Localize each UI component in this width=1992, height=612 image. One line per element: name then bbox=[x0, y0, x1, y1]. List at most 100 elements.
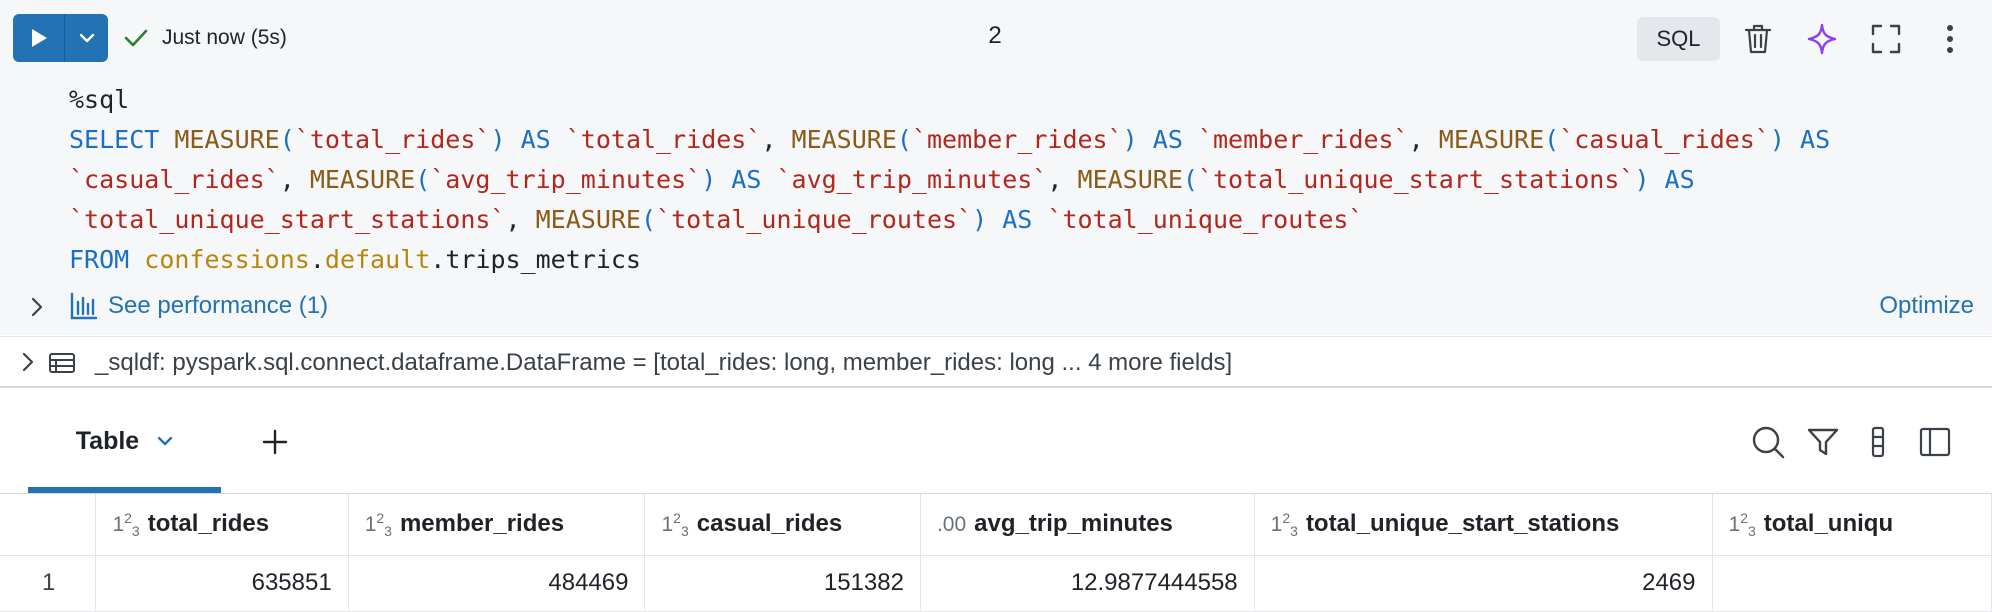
search-button[interactable] bbox=[1748, 422, 1788, 462]
expand-schema-toggle[interactable] bbox=[18, 351, 38, 378]
column-name: avg_trip_minutes bbox=[974, 510, 1173, 538]
code-line: %sql bbox=[69, 80, 1830, 120]
column-header-avg-trip-minutes[interactable]: .00 avg_trip_minutes bbox=[920, 494, 1255, 556]
integer-type-icon: 123 bbox=[661, 509, 689, 539]
filter-icon bbox=[1807, 428, 1839, 456]
expand-icon bbox=[1871, 24, 1901, 54]
search-icon bbox=[1752, 426, 1785, 459]
code-line: FROM confessions.default.trips_metrics bbox=[69, 240, 1830, 280]
code-token: `total_rides` bbox=[294, 125, 491, 154]
code-token: ( bbox=[1182, 165, 1198, 194]
tab-table[interactable]: Table bbox=[28, 390, 221, 492]
code-token: ( bbox=[279, 125, 295, 154]
column-settings-button[interactable] bbox=[1858, 422, 1898, 462]
see-performance-link[interactable]: See performance (1) bbox=[70, 292, 328, 320]
column-name: total_uniqu bbox=[1763, 509, 1894, 537]
filter-button[interactable] bbox=[1803, 422, 1843, 462]
code-token: , bbox=[505, 205, 536, 234]
run-options-dropdown[interactable] bbox=[65, 14, 108, 62]
column-name: casual_rides bbox=[696, 509, 843, 537]
side-panel-icon bbox=[1919, 427, 1951, 457]
code-token: `member_rides` bbox=[911, 125, 1123, 154]
code-token: `total_unique_start_stations` bbox=[1197, 165, 1635, 194]
code-token: `total_unique_start_stations` bbox=[69, 205, 506, 234]
run-cell-button[interactable] bbox=[13, 14, 65, 62]
language-selector[interactable]: SQL bbox=[1637, 17, 1720, 61]
column-header-total-rides[interactable]: 123 total_rides bbox=[95, 494, 349, 556]
integer-type-icon: 123 bbox=[112, 509, 140, 539]
column-header-total-uniqu[interactable]: 123 total_uniqu bbox=[1712, 494, 1992, 556]
column-header-total-unique-start-stations[interactable]: 123 total_unique_start_stations bbox=[1254, 494, 1713, 556]
cell-toolbar: Just now (5s) 2 SQL bbox=[0, 0, 1992, 76]
code-line: `casual_rides`, MEASURE(`avg_trip_minute… bbox=[69, 160, 1830, 200]
results-table: 123 total_rides 123 member_rides 123 casual_r… bbox=[0, 494, 1992, 612]
code-token: %sql bbox=[69, 85, 130, 114]
table-cell[interactable]: 151382 bbox=[644, 555, 921, 612]
code-token: ( bbox=[1544, 125, 1560, 154]
code-token: ) bbox=[1634, 165, 1650, 194]
sparkle-icon bbox=[1807, 23, 1837, 55]
code-token: AS bbox=[716, 165, 777, 194]
chevron-down-icon bbox=[158, 436, 173, 446]
assistant-button[interactable] bbox=[1802, 19, 1842, 59]
chevron-down-icon bbox=[79, 33, 94, 43]
column-name: total_rides bbox=[147, 509, 270, 537]
table-cell[interactable] bbox=[1712, 555, 1992, 612]
table-body: 1 635851 484469 151382 12.9877444558 2469 bbox=[0, 555, 1992, 612]
code-token: confessions bbox=[144, 245, 310, 274]
table-cell[interactable]: 635851 bbox=[95, 555, 349, 612]
code-token: AS bbox=[505, 125, 566, 154]
optimize-link[interactable]: Optimize bbox=[1879, 292, 1974, 320]
expand-performance-toggle[interactable] bbox=[26, 296, 48, 318]
row-number: 1 bbox=[0, 555, 97, 612]
table-cell[interactable]: 484469 bbox=[348, 555, 646, 612]
trash-icon bbox=[1744, 24, 1772, 54]
code-token: AS bbox=[1137, 125, 1198, 154]
code-token: ) bbox=[701, 165, 717, 194]
kebab-menu-icon bbox=[1947, 25, 1953, 53]
add-visualization-button[interactable] bbox=[255, 422, 295, 462]
integer-type-icon: 123 bbox=[1728, 509, 1756, 539]
code-token: `avg_trip_minutes` bbox=[430, 165, 702, 194]
plus-icon bbox=[262, 429, 288, 455]
table-icon bbox=[48, 351, 76, 380]
code-token: `total_rides` bbox=[565, 125, 762, 154]
code-token: AS bbox=[1649, 165, 1695, 194]
column-name: total_unique_start_stations bbox=[1305, 509, 1620, 537]
dataframe-summary-row: _sqldf: pyspark.sql.connect.dataframe.Da… bbox=[0, 336, 1992, 388]
chevron-right-icon bbox=[31, 297, 43, 317]
code-token: `total_unique_routes` bbox=[1047, 205, 1364, 234]
bar-chart-icon bbox=[70, 292, 98, 320]
run-status: Just now (5s) bbox=[124, 21, 287, 55]
code-token: FROM bbox=[69, 245, 145, 274]
code-token: ( bbox=[896, 125, 912, 154]
play-icon bbox=[31, 29, 47, 47]
columns-icon bbox=[1871, 426, 1885, 458]
table-cell[interactable]: 2469 bbox=[1254, 555, 1713, 612]
code-token: `avg_trip_minutes` bbox=[776, 165, 1048, 194]
table-header-row: 123 total_rides 123 member_rides 123 casual_r… bbox=[0, 494, 1992, 556]
toggle-side-panel-button[interactable] bbox=[1915, 422, 1955, 462]
code-token: AS bbox=[1784, 125, 1831, 154]
column-header-member-rides[interactable]: 123 member_rides bbox=[348, 494, 646, 556]
code-token: `casual_rides` bbox=[1559, 125, 1770, 154]
cell-number: 2 bbox=[988, 22, 1002, 49]
notebook-cell: Just now (5s) 2 SQL %sql SELECT MEASURE(`… bbox=[0, 0, 1992, 335]
table-cell[interactable]: 12.9877444558 bbox=[920, 555, 1255, 612]
code-token: MEASURE bbox=[174, 125, 280, 154]
table-row: 1 635851 484469 151382 12.9877444558 2469 bbox=[0, 555, 1992, 612]
delete-cell-button[interactable] bbox=[1738, 19, 1778, 59]
column-header-casual-rides[interactable]: 123 casual_rides bbox=[644, 494, 921, 556]
tab-table-label: Table bbox=[75, 426, 140, 455]
chevron-right-icon bbox=[22, 352, 34, 372]
code-token: ) bbox=[1122, 125, 1138, 154]
more-options-button[interactable] bbox=[1930, 19, 1970, 59]
code-token: , bbox=[761, 125, 792, 154]
code-token: `total_unique_routes` bbox=[656, 205, 973, 234]
row-number-header bbox=[0, 494, 97, 556]
code-line: `total_unique_start_stations`, MEASURE(`… bbox=[69, 200, 1830, 240]
fullscreen-button[interactable] bbox=[1866, 19, 1906, 59]
code-editor[interactable]: %sql SELECT MEASURE(`total_rides`) AS `to… bbox=[69, 80, 1830, 280]
code-token: ) bbox=[972, 205, 988, 234]
decimal-type-icon: .00 bbox=[936, 513, 967, 537]
